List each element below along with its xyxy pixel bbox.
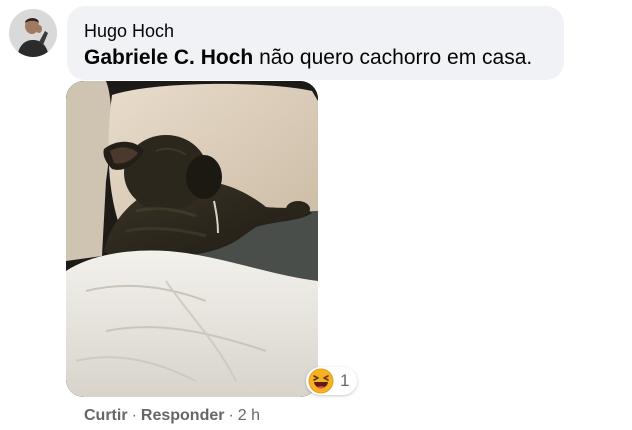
author-name[interactable]: Hugo Hoch: [84, 20, 174, 42]
mention-link[interactable]: Gabriele C. Hoch: [84, 46, 253, 69]
separator: ·: [131, 407, 137, 424]
timestamp[interactable]: 2 h: [238, 407, 260, 424]
dog-in-bed-image: [66, 81, 318, 397]
comment-actions: Curtir · Responder · 2 h: [84, 406, 260, 426]
reaction-summary[interactable]: 1: [306, 367, 358, 395]
comment-text: Gabriele C. Hoch não quero cachorro em c…: [84, 44, 547, 72]
reaction-count: 1: [340, 371, 350, 390]
reply-button[interactable]: Responder: [141, 407, 225, 424]
haha-emoji-icon: [308, 368, 334, 394]
avatar-photo: [9, 9, 57, 57]
like-button[interactable]: Curtir: [84, 407, 128, 424]
comment: Hugo Hoch Gabriele C. Hoch não quero cac…: [0, 0, 632, 430]
comment-bubble: Hugo Hoch Gabriele C. Hoch não quero cac…: [67, 6, 564, 80]
comment-photo[interactable]: [66, 81, 318, 397]
comment-message: não quero cachorro em casa.: [259, 46, 533, 69]
author-avatar[interactable]: [9, 9, 57, 57]
separator: ·: [228, 407, 234, 424]
